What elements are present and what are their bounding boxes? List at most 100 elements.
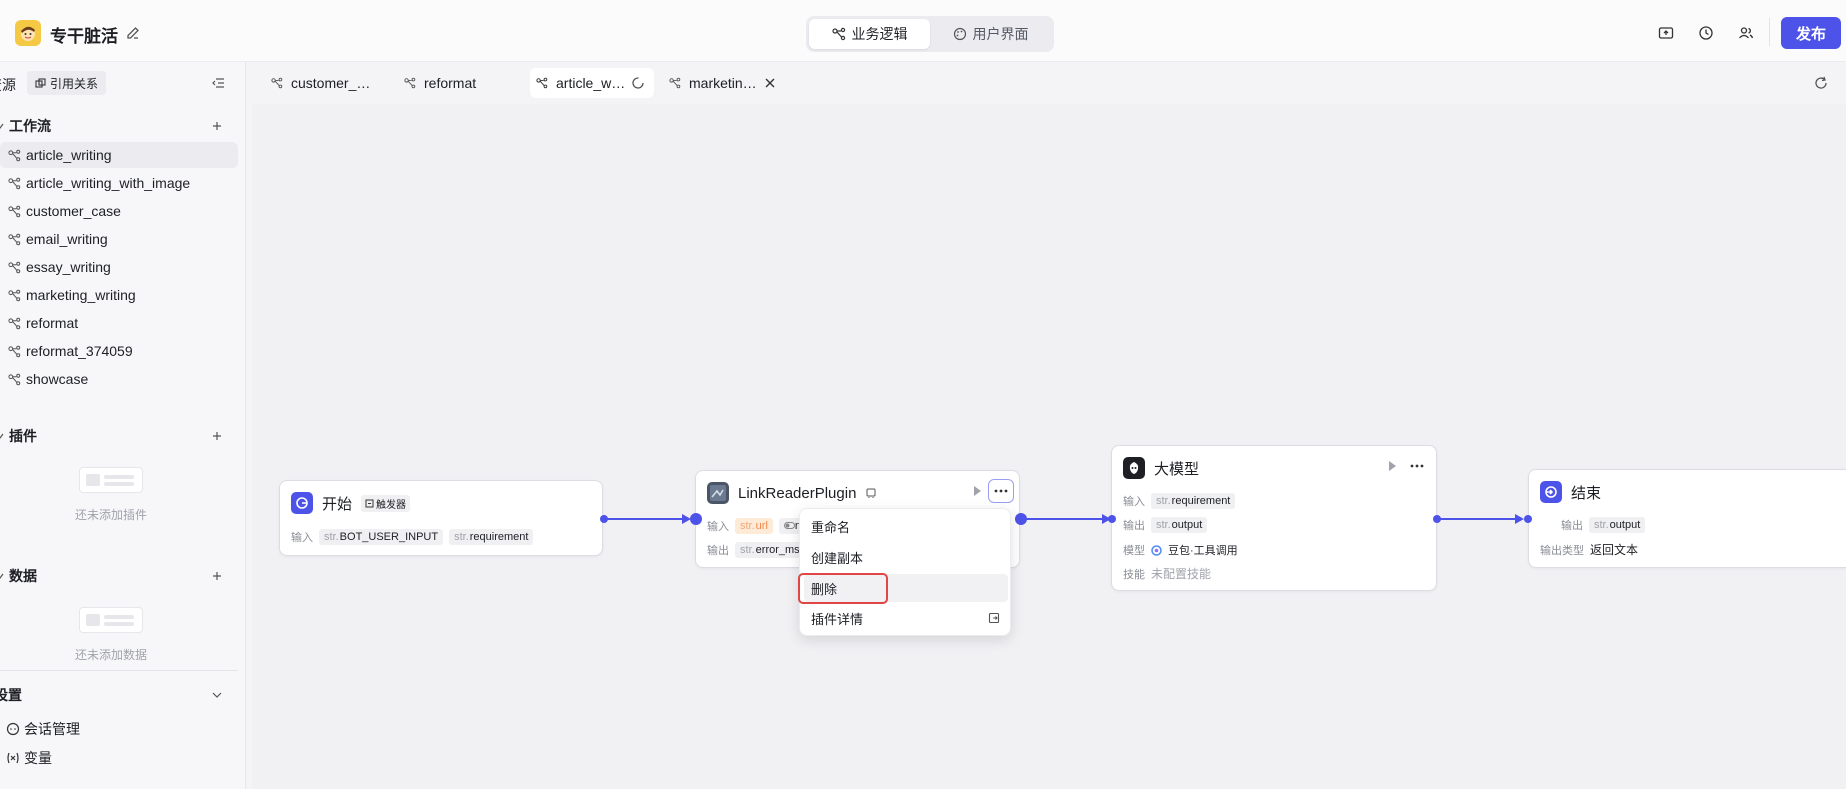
tab-business-logic[interactable]: 业务逻辑: [809, 19, 930, 49]
plugin-node-outputs: 输出 str.error_ms: [707, 542, 805, 558]
settings-item-conversation[interactable]: 会话管理: [6, 719, 80, 739]
run-icon[interactable]: [969, 483, 985, 499]
more-options-button[interactable]: [988, 479, 1014, 503]
settings-item-label: 会话管理: [24, 721, 80, 737]
add-workflow-icon[interactable]: [210, 119, 224, 133]
start-node-icon: [291, 492, 313, 514]
sidebar-item-label: reformat: [26, 315, 79, 331]
add-data-icon[interactable]: [210, 569, 224, 583]
add-plugin-icon[interactable]: [210, 429, 224, 443]
workflow-icon: [8, 261, 21, 273]
tab-customer-case[interactable]: customer_…: [265, 68, 393, 98]
workflow-icon: [8, 149, 21, 161]
sidebar-item-label: email_writing: [26, 231, 108, 247]
run-icon[interactable]: [1384, 458, 1400, 474]
end-node-title: 结束: [1571, 484, 1602, 502]
tab-reformat[interactable]: reformat: [398, 68, 522, 98]
tab-label: customer_…: [291, 75, 371, 91]
workflow-section-header[interactable]: 工作流: [0, 114, 246, 138]
output-type-value: 返回文本: [1590, 543, 1639, 557]
output-chip: str.output: [1589, 517, 1646, 533]
chip-name: url: [755, 520, 768, 532]
workflow-icon: [8, 289, 21, 301]
tab-article-writing[interactable]: article_w…: [530, 68, 654, 98]
menu-item-label: 创建副本: [811, 550, 864, 566]
history-icon[interactable]: [1697, 24, 1715, 42]
sidebar-item-email-writing[interactable]: email_writing: [0, 226, 238, 252]
start-node[interactable]: 开始 触发器 输入 str.BOT_USER_INPUT str.require…: [279, 480, 603, 556]
chevron-down-icon: [0, 573, 4, 579]
menu-item-rename[interactable]: 重命名: [804, 512, 1008, 540]
sidebar-item-customer-case[interactable]: customer_case: [0, 198, 238, 224]
close-icon[interactable]: [763, 76, 777, 90]
trigger-icon: [365, 499, 374, 507]
settings-item-variables[interactable]: 变量: [6, 748, 52, 768]
output-chip: str.error_ms: [735, 542, 805, 558]
upload-box-icon[interactable]: [1657, 24, 1675, 42]
plugin-node-header: LinkReaderPlugin: [707, 482, 877, 504]
edit-icon[interactable]: [125, 25, 141, 41]
model-label: 模型: [1123, 545, 1145, 557]
llm-node-inputs: 输入 str.requirement: [1123, 493, 1236, 509]
settings-section-label[interactable]: 设置: [0, 685, 22, 705]
tab-label: article_w…: [556, 75, 626, 91]
sidebar-item-marketing-writing[interactable]: marketing_writing: [0, 282, 238, 308]
collaborators-icon[interactable]: [1737, 24, 1755, 42]
workflow-canvas[interactable]: [252, 104, 1846, 789]
menu-item-label: 插件详情: [811, 611, 864, 627]
trigger-badge: 触发器: [361, 494, 411, 512]
chip-name: requirement: [1171, 495, 1231, 507]
tab-label: reformat: [424, 75, 477, 91]
plugin-output-port[interactable]: [1015, 513, 1027, 525]
menu-item-duplicate[interactable]: 创建副本: [804, 543, 1008, 571]
menu-item-plugin-details[interactable]: 插件详情: [804, 604, 1008, 632]
llm-node[interactable]: 大模型 输入 str.requirement 输出 str.output 模型 …: [1111, 445, 1437, 591]
plugin-section-header[interactable]: 插件: [0, 424, 246, 448]
sidebar-item-reformat[interactable]: reformat: [0, 310, 238, 336]
chip-type: str.: [454, 531, 469, 543]
workflow-icon: [536, 77, 548, 89]
edge-start-plugin: [606, 518, 682, 520]
sidebar-divider: [0, 670, 238, 671]
conversation-icon: [6, 722, 20, 736]
start-icon: [296, 497, 308, 509]
collapse-sidebar-icon[interactable]: [211, 76, 225, 90]
resource-sidebar: 资源 引用关系 工作流 article_writing article_writ…: [0, 62, 246, 789]
avatar-face-icon: [21, 26, 35, 41]
end-input-port[interactable]: [1524, 515, 1532, 523]
sidebar-item-article-writing-with-image[interactable]: article_writing_with_image: [0, 170, 238, 196]
end-node-output-type: 输出类型 返回文本: [1540, 541, 1638, 558]
chip-type: str.: [740, 520, 755, 532]
empty-plugin-illustration: [79, 467, 143, 493]
input-chip: str.requirement: [449, 529, 534, 545]
data-section-header[interactable]: 数据: [0, 564, 246, 588]
reference-relations-button[interactable]: 引用关系: [27, 71, 107, 95]
start-output-port[interactable]: [600, 515, 608, 523]
end-node[interactable]: 结束 输出 str.output 输出类型 返回文本: [1528, 469, 1846, 568]
settings-item-label: 变量: [24, 750, 52, 766]
sidebar-item-article-writing[interactable]: article_writing: [0, 142, 238, 168]
chevron-down-icon[interactable]: [211, 689, 223, 701]
output-type-label: 输出类型: [1540, 544, 1584, 557]
sidebar-item-essay-writing[interactable]: essay_writing: [0, 254, 238, 280]
plugin-input-port[interactable]: [690, 513, 702, 525]
plugin-badge-icon: [866, 488, 876, 498]
publish-button[interactable]: 发布: [1781, 17, 1841, 49]
data-section-label: 数据: [9, 568, 37, 584]
llm-node-outputs: 输出 str.output: [1123, 517, 1208, 533]
loading-icon: [632, 77, 644, 89]
llm-output-port[interactable]: [1433, 515, 1441, 523]
external-link-icon: [988, 612, 1000, 624]
more-horizontal-icon: [994, 489, 1008, 493]
tab-user-interface[interactable]: 用户界面: [930, 19, 1051, 49]
skill-value: 未配置技能: [1151, 567, 1212, 581]
llm-input-port[interactable]: [1108, 515, 1116, 523]
mode-switch: 业务逻辑 用户界面: [806, 16, 1054, 52]
app-avatar[interactable]: [15, 20, 41, 46]
sidebar-item-reformat-374059[interactable]: reformat_374059: [0, 338, 238, 364]
plugin-node-title: LinkReaderPlugin: [738, 484, 857, 502]
tab-marketing-writing[interactable]: marketin…: [663, 68, 793, 98]
refresh-icon[interactable]: [1813, 75, 1829, 91]
sidebar-item-showcase[interactable]: showcase: [0, 366, 238, 392]
more-horizontal-icon[interactable]: [1409, 458, 1425, 474]
